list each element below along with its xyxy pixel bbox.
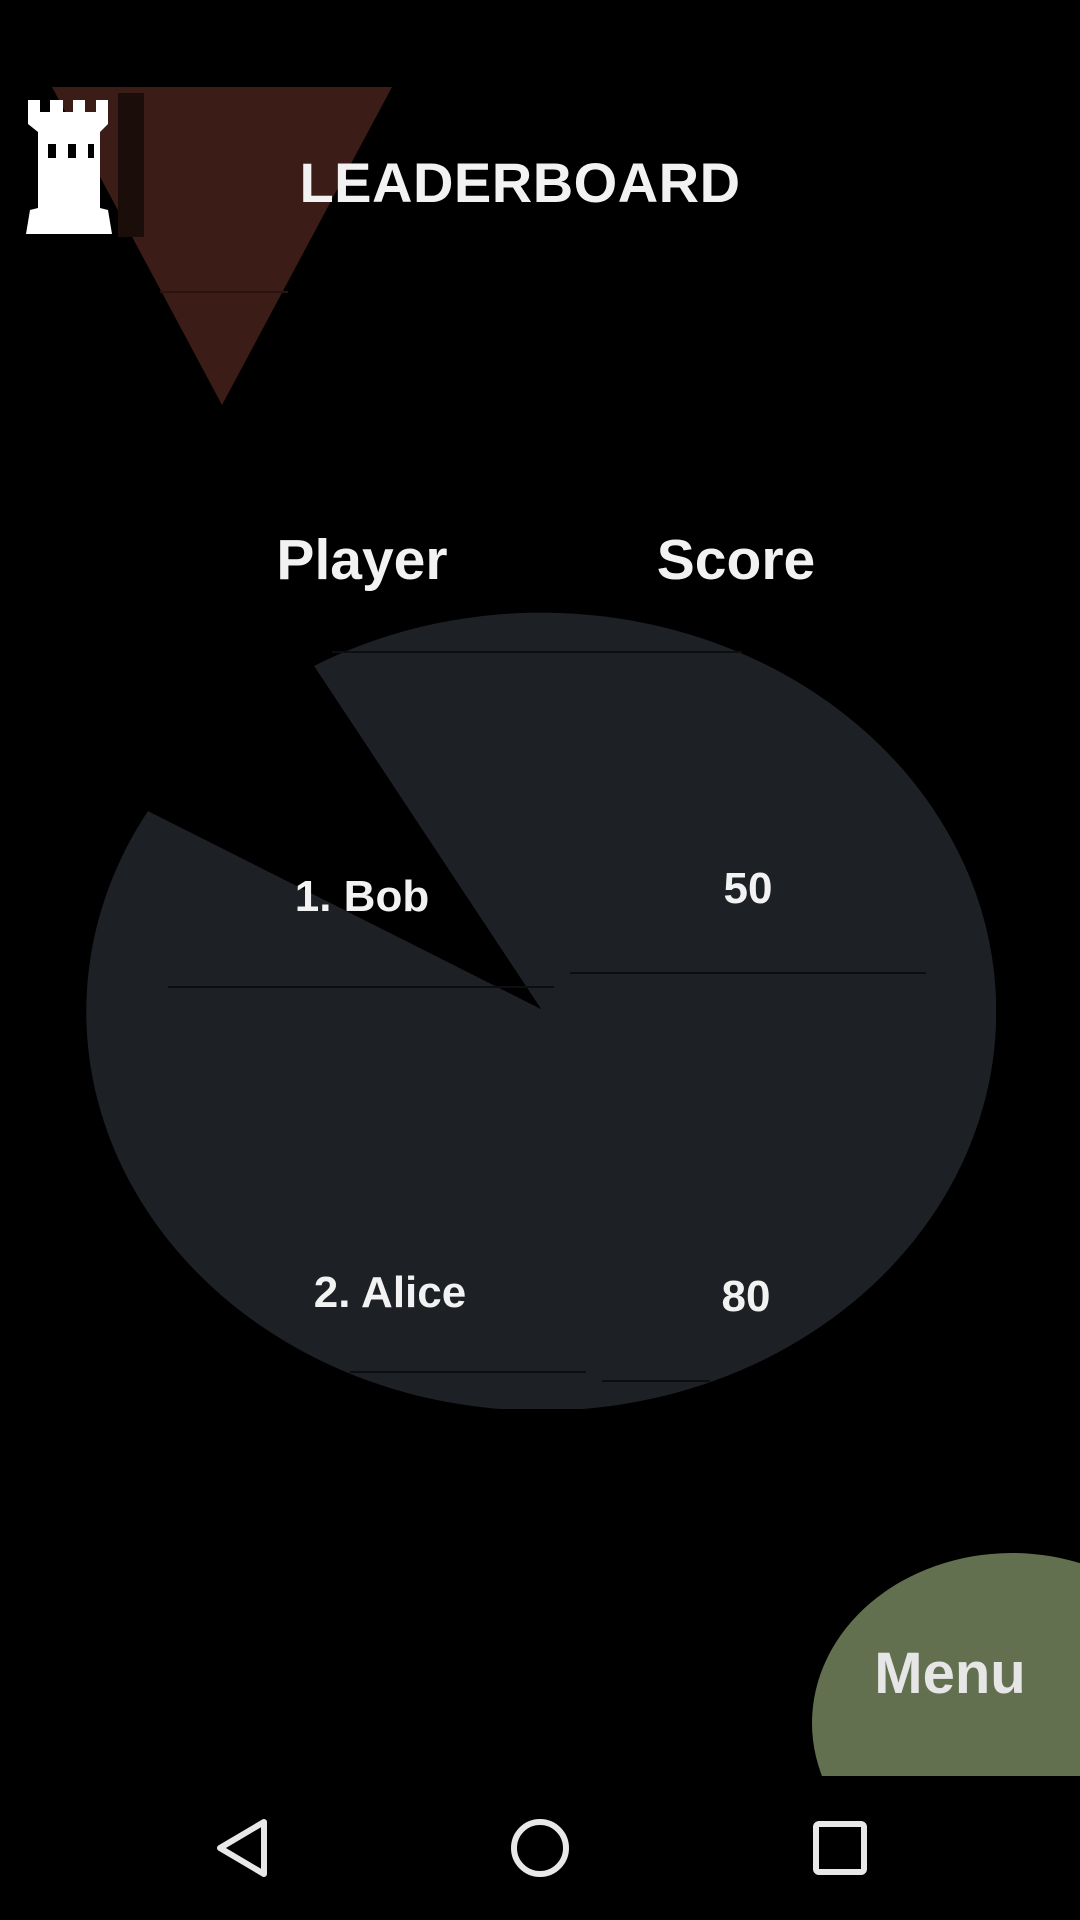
score-cell: 50 bbox=[723, 864, 773, 913]
row-divider bbox=[332, 651, 742, 653]
row-divider bbox=[168, 986, 554, 988]
decorative-line bbox=[160, 291, 288, 293]
rook-tower-icon bbox=[26, 100, 112, 234]
row-divider bbox=[602, 1380, 710, 1382]
home-icon bbox=[511, 1819, 569, 1877]
score-cell: 80 bbox=[721, 1272, 771, 1321]
column-header-player: Player bbox=[276, 528, 448, 592]
nav-recents-button[interactable] bbox=[788, 1796, 892, 1900]
system-navigation-bar bbox=[0, 1776, 1080, 1920]
app-content: LEADERBOARD Player Score 1. Bob 50 2. Al… bbox=[0, 0, 1080, 1776]
nav-back-button[interactable] bbox=[190, 1796, 294, 1900]
player-name-cell: 1. Bob bbox=[294, 872, 430, 921]
leaderboard-screen: LEADERBOARD Player Score 1. Bob 50 2. Al… bbox=[0, 0, 1080, 1920]
row-divider bbox=[570, 972, 926, 974]
column-header-score: Score bbox=[656, 528, 816, 592]
page-title: LEADERBOARD bbox=[299, 151, 741, 214]
recents-icon bbox=[813, 1821, 867, 1875]
player-name-cell: 2. Alice bbox=[313, 1268, 467, 1317]
nav-home-button[interactable] bbox=[488, 1796, 592, 1900]
logo-backdrop bbox=[118, 93, 144, 237]
menu-button-label[interactable]: Menu bbox=[812, 1640, 1080, 1707]
row-divider bbox=[350, 1371, 586, 1373]
back-icon bbox=[217, 1819, 267, 1877]
